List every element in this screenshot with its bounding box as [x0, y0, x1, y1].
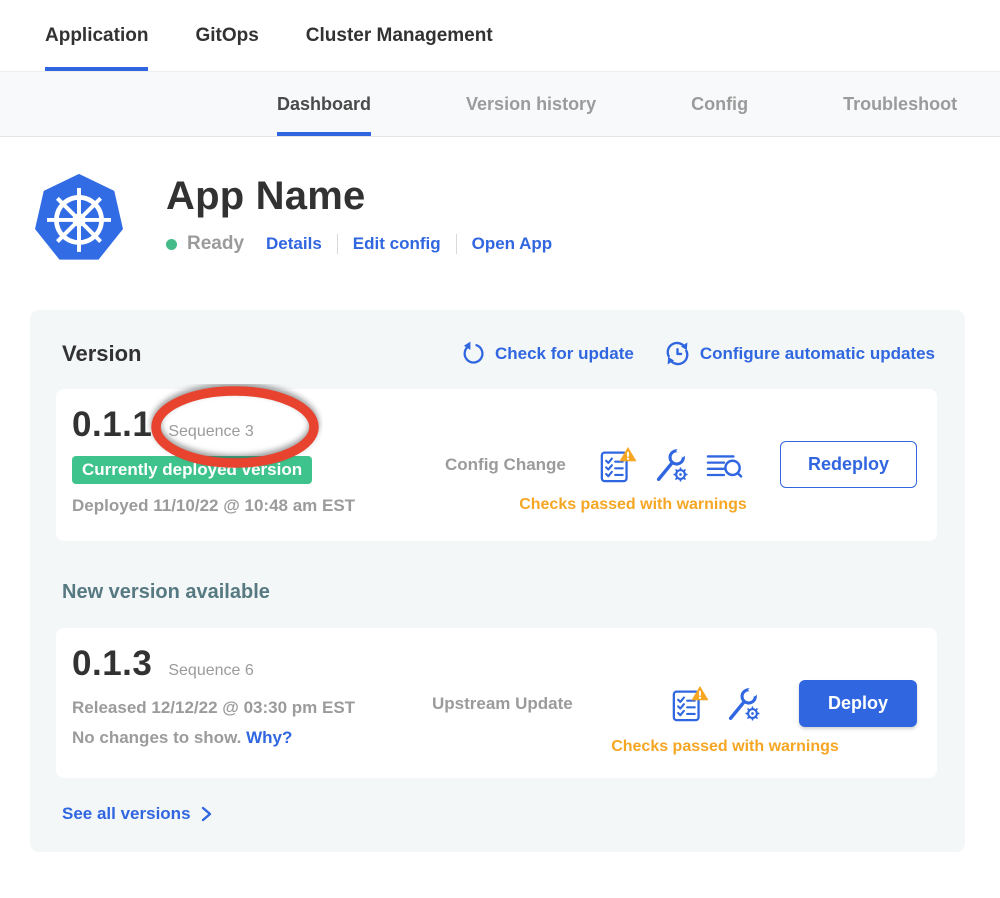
app-header: App Name Ready Details Edit config Open … [32, 172, 1000, 266]
deploy-button[interactable]: Deploy [799, 680, 917, 727]
primary-nav: Application GitOps Cluster Management [0, 0, 1000, 72]
checks-status-warning: Checks passed with warnings [488, 496, 778, 514]
released-timestamp: Released 12/12/22 @ 03:30 pm EST [72, 698, 414, 718]
nav-item-application[interactable]: Application [45, 0, 148, 71]
check-for-update-link[interactable]: Check for update [460, 341, 634, 367]
view-diff-icon[interactable] [705, 446, 743, 484]
link-divider [337, 234, 338, 254]
ready-status-dot-icon [166, 239, 177, 250]
status-badge: Ready [187, 233, 244, 255]
no-changes-text: No changes to show. [72, 728, 241, 747]
preflight-checks-warning-icon[interactable] [671, 685, 709, 723]
deployed-timestamp: Deployed 11/10/22 @ 10:48 am EST [72, 496, 427, 516]
why-link[interactable]: Why? [246, 728, 292, 747]
check-for-update-label: Check for update [495, 344, 634, 364]
details-link[interactable]: Details [266, 234, 322, 254]
see-all-versions-link[interactable]: See all versions [62, 804, 213, 824]
edit-config-icon[interactable] [724, 685, 762, 723]
configure-automatic-updates-label: Configure automatic updates [700, 344, 935, 364]
new-version-available-heading: New version available [62, 581, 937, 604]
new-version-sequence: Sequence 6 [168, 662, 253, 680]
preflight-checks-warning-icon[interactable] [599, 446, 637, 484]
checks-status-warning: Checks passed with warnings [580, 738, 870, 756]
version-source-label: Config Change [445, 455, 599, 475]
new-version-number: 0.1.3 [72, 644, 152, 684]
app-status-row: Ready Details Edit config Open App [166, 233, 552, 255]
version-card: Version Check for update Configure autom… [30, 310, 965, 852]
kubernetes-logo-icon [32, 172, 126, 266]
edit-config-link[interactable]: Edit config [353, 234, 441, 254]
new-version-row: 0.1.3 Sequence 6 Released 12/12/22 @ 03:… [56, 628, 937, 778]
currently-deployed-badge: Currently deployed version [72, 456, 312, 484]
version-card-title: Version [62, 341, 141, 367]
refresh-icon [460, 341, 486, 367]
see-all-versions-label: See all versions [62, 804, 191, 824]
redeploy-button[interactable]: Redeploy [780, 441, 917, 488]
tab-config[interactable]: Config [691, 72, 748, 136]
auto-update-schedule-icon [664, 340, 691, 367]
chevron-right-icon [200, 806, 213, 822]
version-source-label: Upstream Update [432, 694, 671, 714]
tab-troubleshoot[interactable]: Troubleshoot [843, 72, 957, 136]
link-divider [456, 234, 457, 254]
secondary-nav: Dashboard Version history Config Trouble… [0, 72, 1000, 137]
current-version-sequence: Sequence 3 [168, 423, 253, 441]
tab-dashboard[interactable]: Dashboard [277, 72, 371, 136]
edit-config-icon[interactable] [652, 446, 690, 484]
nav-item-gitops[interactable]: GitOps [195, 0, 258, 71]
nav-item-cluster-management[interactable]: Cluster Management [306, 0, 493, 71]
page-title: App Name [166, 174, 552, 219]
current-version-number: 0.1.1 [72, 405, 152, 445]
tab-version-history[interactable]: Version history [466, 72, 596, 136]
current-version-row: 0.1.1 Sequence 3 Currently deployed vers… [56, 389, 937, 541]
open-app-link[interactable]: Open App [472, 234, 553, 254]
configure-automatic-updates-link[interactable]: Configure automatic updates [664, 340, 935, 367]
